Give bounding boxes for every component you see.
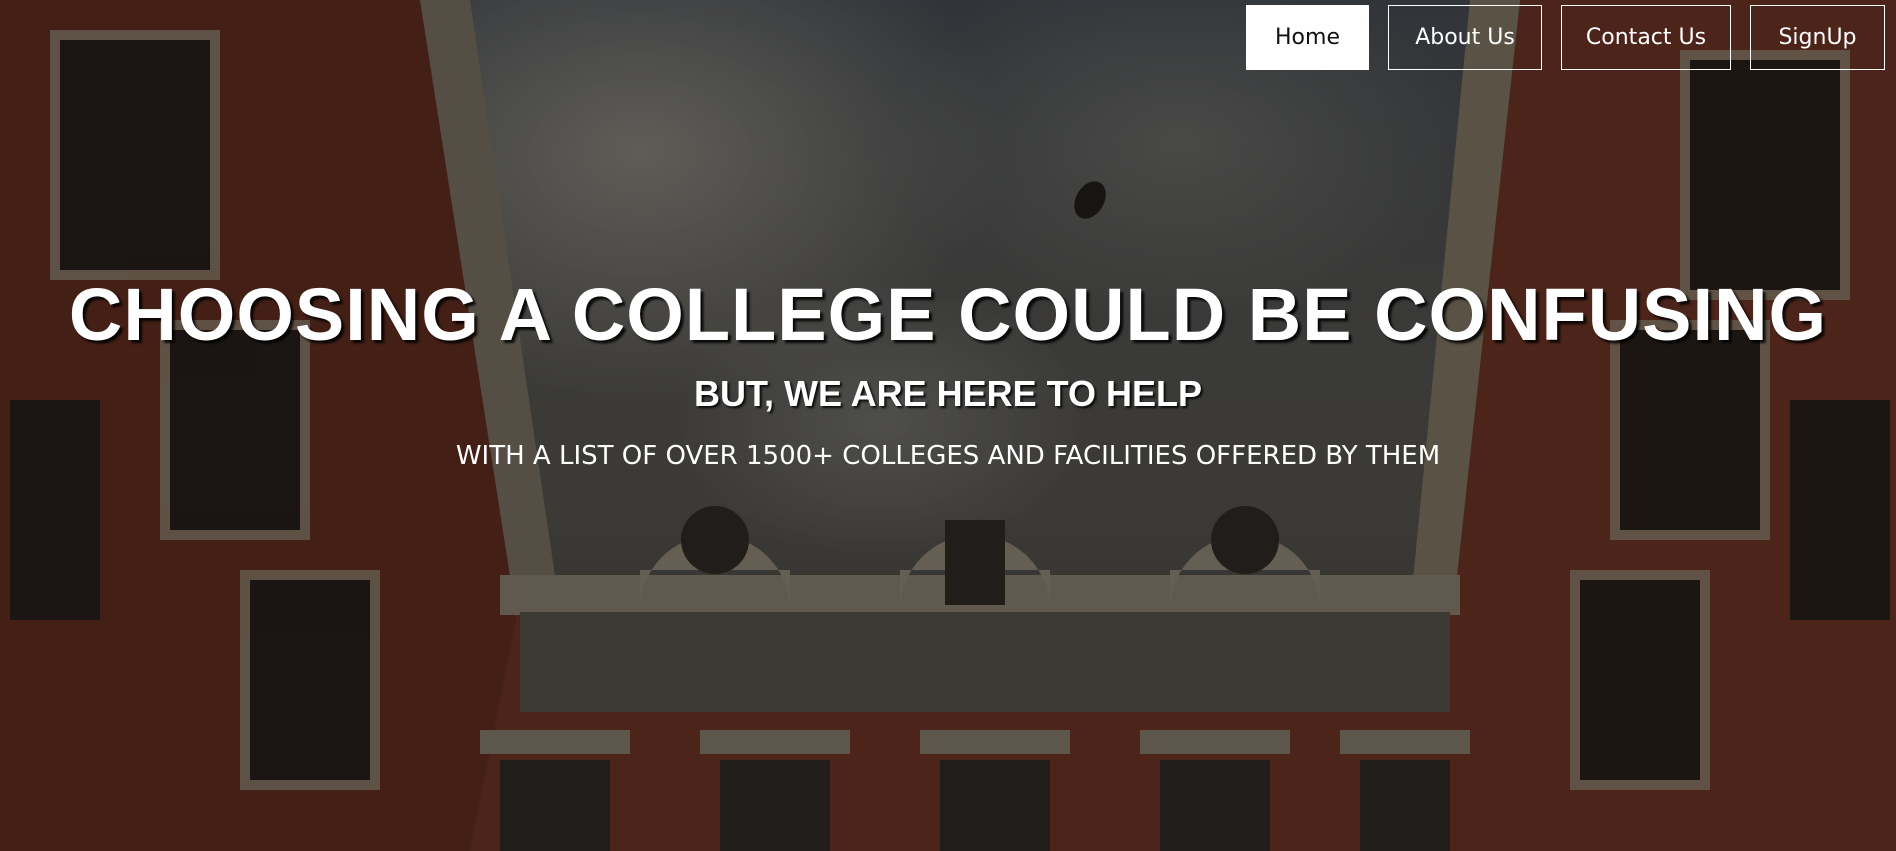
nav-home-button[interactable]: Home <box>1246 5 1369 70</box>
nav-signup-button[interactable]: SignUp <box>1750 5 1885 70</box>
top-navigation: Home About Us Contact Us SignUp <box>1246 5 1896 70</box>
nav-contact-us-button[interactable]: Contact Us <box>1561 5 1731 70</box>
hero-headline: CHOOSING A COLLEGE COULD BE CONFUSING <box>68 273 1828 356</box>
hero-tagline: WITH A LIST OF OVER 1500+ COLLEGES AND F… <box>455 441 1441 471</box>
hero-dark-overlay <box>0 0 1896 851</box>
nav-about-us-button[interactable]: About Us <box>1388 5 1542 70</box>
hero-subheading: BUT, WE ARE HERE TO HELP <box>693 373 1203 414</box>
hero-section: Home About Us Contact Us SignUp CHOOSING… <box>0 0 1896 851</box>
